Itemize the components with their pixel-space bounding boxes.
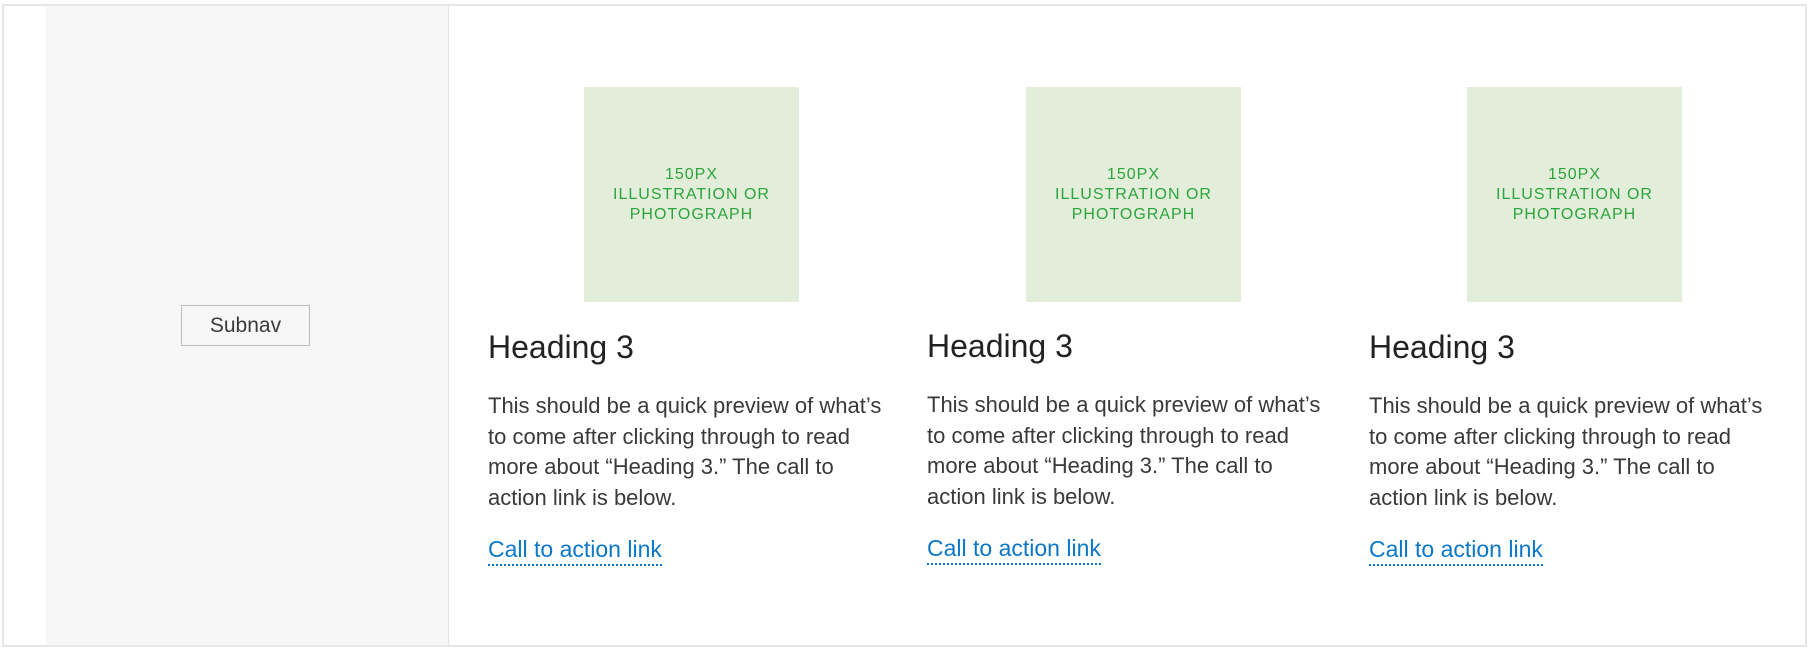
page-frame: Subnav 150PX ILLUSTRATION OR PHOTOGRAPH … [2,4,1807,647]
card-heading: Heading 3 [1369,329,1515,365]
image-placeholder: 150PX ILLUSTRATION OR PHOTOGRAPH [1467,87,1682,302]
card-description: This should be a quick preview of what’s… [927,392,1321,509]
image-placeholder: 150PX ILLUSTRATION OR PHOTOGRAPH [584,87,799,302]
content-card: 150PX ILLUSTRATION OR PHOTOGRAPH Heading… [1369,6,1779,645]
caption-line: PHOTOGRAPH [1071,205,1196,223]
caption-line: ILLUSTRATION OR [1055,185,1212,203]
image-placeholder: 150PX ILLUSTRATION OR PHOTOGRAPH [1026,87,1241,302]
card-heading: Heading 3 [488,329,634,365]
caption-line: 150PX [1547,165,1602,183]
card-description: This should be a quick preview of what’s… [1369,393,1763,510]
subnav-label: Subnav [209,313,282,337]
card-description: This should be a quick preview of what’s… [488,393,882,510]
caption-line: 150PX [1106,165,1161,183]
image-placeholder-caption: 150PX ILLUSTRATION OR PHOTOGRAPH [613,165,770,225]
subnav-button[interactable]: Subnav [181,305,310,346]
caption-line: ILLUSTRATION OR [1496,185,1653,203]
content-card: 150PX ILLUSTRATION OR PHOTOGRAPH Heading… [927,6,1337,645]
image-placeholder-caption: 150PX ILLUSTRATION OR PHOTOGRAPH [1055,165,1212,225]
card-heading: Heading 3 [927,328,1073,364]
caption-line: PHOTOGRAPH [1512,205,1637,223]
image-placeholder-caption: 150PX ILLUSTRATION OR PHOTOGRAPH [1496,165,1653,225]
caption-line: PHOTOGRAPH [629,205,754,223]
caption-line: 150PX [664,165,719,183]
call-to-action-link[interactable]: Call to action link [1369,536,1543,566]
content-card: 150PX ILLUSTRATION OR PHOTOGRAPH Heading… [488,6,898,645]
call-to-action-link[interactable]: Call to action link [927,535,1101,565]
caption-line: ILLUSTRATION OR [613,185,770,203]
call-to-action-link[interactable]: Call to action link [488,536,662,566]
sidebar: Subnav [46,6,449,645]
